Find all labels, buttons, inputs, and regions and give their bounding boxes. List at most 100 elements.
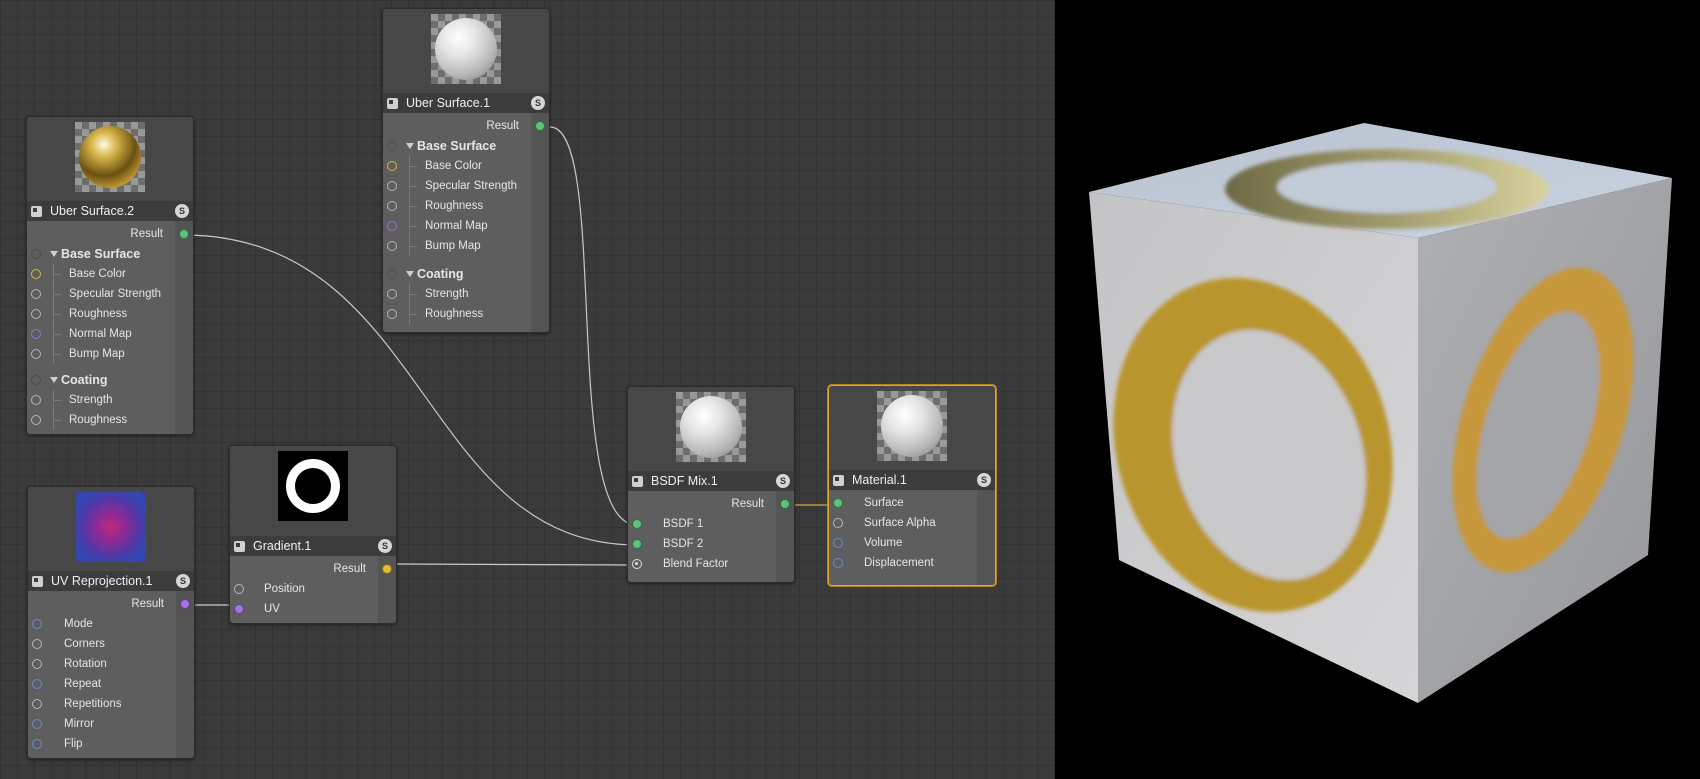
node-title: UV Reprojection.1 — [51, 574, 153, 588]
input-port[interactable] — [32, 619, 42, 629]
input-corners: Corners — [28, 634, 194, 654]
input-port[interactable] — [32, 719, 42, 729]
input-port[interactable] — [31, 329, 41, 339]
s-badge-icon[interactable]: S — [776, 474, 790, 488]
input-port[interactable] — [387, 221, 397, 231]
node-uv-reprojection[interactable]: UV Reprojection.1 S Result Mode Corners … — [27, 486, 195, 759]
node-title: BSDF Mix.1 — [651, 474, 718, 488]
output-port[interactable] — [535, 121, 545, 131]
input-port[interactable] — [32, 699, 42, 709]
input-port[interactable] — [833, 558, 843, 568]
input-port[interactable] — [387, 181, 397, 191]
group-base-surface[interactable]: Base Surface — [27, 244, 193, 264]
output-result: Result — [27, 224, 193, 244]
s-badge-icon[interactable]: S — [175, 204, 189, 218]
node-editor[interactable]: Uber Surface.1 S Result Base Surface Bas… — [0, 0, 1055, 779]
output-port[interactable] — [179, 229, 189, 239]
input-port[interactable] — [32, 739, 42, 749]
input-port[interactable] — [32, 659, 42, 669]
node-title: Gradient.1 — [253, 539, 312, 553]
group-base-surface[interactable]: Base Surface — [383, 136, 549, 156]
top-ring — [1225, 149, 1549, 229]
group-coating[interactable]: Coating — [383, 264, 549, 284]
input-port[interactable] — [387, 289, 397, 299]
input-mode: Mode — [28, 614, 194, 634]
s-badge-icon[interactable]: S — [977, 473, 991, 487]
node-uber-surface-1[interactable]: Uber Surface.1 S Result Base Surface Bas… — [382, 8, 550, 333]
preview-thumbnail — [431, 14, 501, 84]
node-title: Uber Surface.2 — [50, 204, 135, 218]
input-position: Position — [230, 579, 396, 599]
group-coating[interactable]: Coating — [27, 370, 193, 390]
node-gradient[interactable]: Gradient.1 S Result Position UV — [229, 445, 397, 624]
input-port[interactable] — [234, 584, 244, 594]
input-repetitions: Repetitions — [28, 694, 194, 714]
input-port[interactable] — [31, 289, 41, 299]
material-preview — [27, 117, 193, 201]
input-port[interactable] — [234, 604, 244, 614]
input-bump-map: Bump Map — [27, 344, 193, 364]
input-port[interactable] — [31, 415, 41, 425]
node-material[interactable]: Material.1 S Surface Surface Alpha Volum… — [828, 385, 996, 586]
output-port[interactable] — [382, 564, 392, 574]
node-header[interactable]: Material.1 S — [829, 470, 995, 490]
node-bsdf-mix[interactable]: BSDF Mix.1 S Result BSDF 1 BSDF 2 Blend … — [627, 386, 795, 583]
input-base-color: Base Color — [27, 264, 193, 284]
input-port[interactable] — [387, 241, 397, 251]
input-normal-map: Normal Map — [383, 216, 549, 236]
s-badge-icon[interactable]: S — [531, 96, 545, 110]
node-header[interactable]: Uber Surface.2 S — [27, 201, 193, 221]
node-header[interactable]: UV Reprojection.1 S — [28, 571, 194, 591]
input-port[interactable] — [31, 349, 41, 359]
output-port[interactable] — [780, 499, 790, 509]
input-flip: Flip — [28, 734, 194, 754]
input-roughness: Roughness — [383, 196, 549, 216]
input-port[interactable] — [32, 679, 42, 689]
node-title: Material.1 — [852, 473, 907, 487]
output-port[interactable] — [180, 599, 190, 609]
input-port[interactable] — [833, 538, 843, 548]
triangle-down-icon — [50, 251, 58, 257]
rendered-cube — [1089, 123, 1672, 703]
output-result: Result — [28, 594, 194, 614]
input-port[interactable] — [31, 395, 41, 405]
uv-preview — [28, 487, 194, 571]
s-badge-icon[interactable]: S — [176, 574, 190, 588]
material-preview — [829, 386, 995, 470]
render-viewport[interactable] — [1055, 0, 1700, 779]
material-node-icon — [32, 575, 43, 587]
input-strength: Strength — [383, 284, 549, 304]
preview-thumbnail — [75, 122, 145, 192]
output-result: Result — [628, 494, 794, 514]
input-volume: Volume — [829, 533, 995, 553]
group-port[interactable] — [387, 269, 397, 279]
input-port[interactable] — [833, 498, 843, 508]
node-uber-surface-2[interactable]: Uber Surface.2 S Result Base Surface Bas… — [26, 116, 194, 435]
input-port[interactable] — [31, 269, 41, 279]
triangle-down-icon — [406, 271, 414, 277]
input-port[interactable] — [32, 639, 42, 649]
material-node-icon — [833, 474, 844, 486]
input-port[interactable] — [833, 518, 843, 528]
input-repeat: Repeat — [28, 674, 194, 694]
input-port[interactable] — [632, 519, 642, 529]
input-port[interactable] — [31, 309, 41, 319]
input-port[interactable] — [387, 309, 397, 319]
input-mirror: Mirror — [28, 714, 194, 734]
node-header[interactable]: BSDF Mix.1 S — [628, 471, 794, 491]
triangle-down-icon — [406, 143, 414, 149]
node-header[interactable]: Uber Surface.1 S — [383, 93, 549, 113]
group-port[interactable] — [31, 375, 41, 385]
preview-thumbnail — [278, 451, 348, 521]
input-roughness: Roughness — [27, 410, 193, 430]
s-badge-icon[interactable]: S — [378, 539, 392, 553]
input-port[interactable] — [632, 559, 642, 569]
node-header[interactable]: Gradient.1 S — [230, 536, 396, 556]
input-port[interactable] — [632, 539, 642, 549]
input-uv: UV — [230, 599, 396, 619]
input-port[interactable] — [387, 161, 397, 171]
input-port[interactable] — [387, 201, 397, 211]
group-port[interactable] — [387, 141, 397, 151]
group-port[interactable] — [31, 249, 41, 259]
